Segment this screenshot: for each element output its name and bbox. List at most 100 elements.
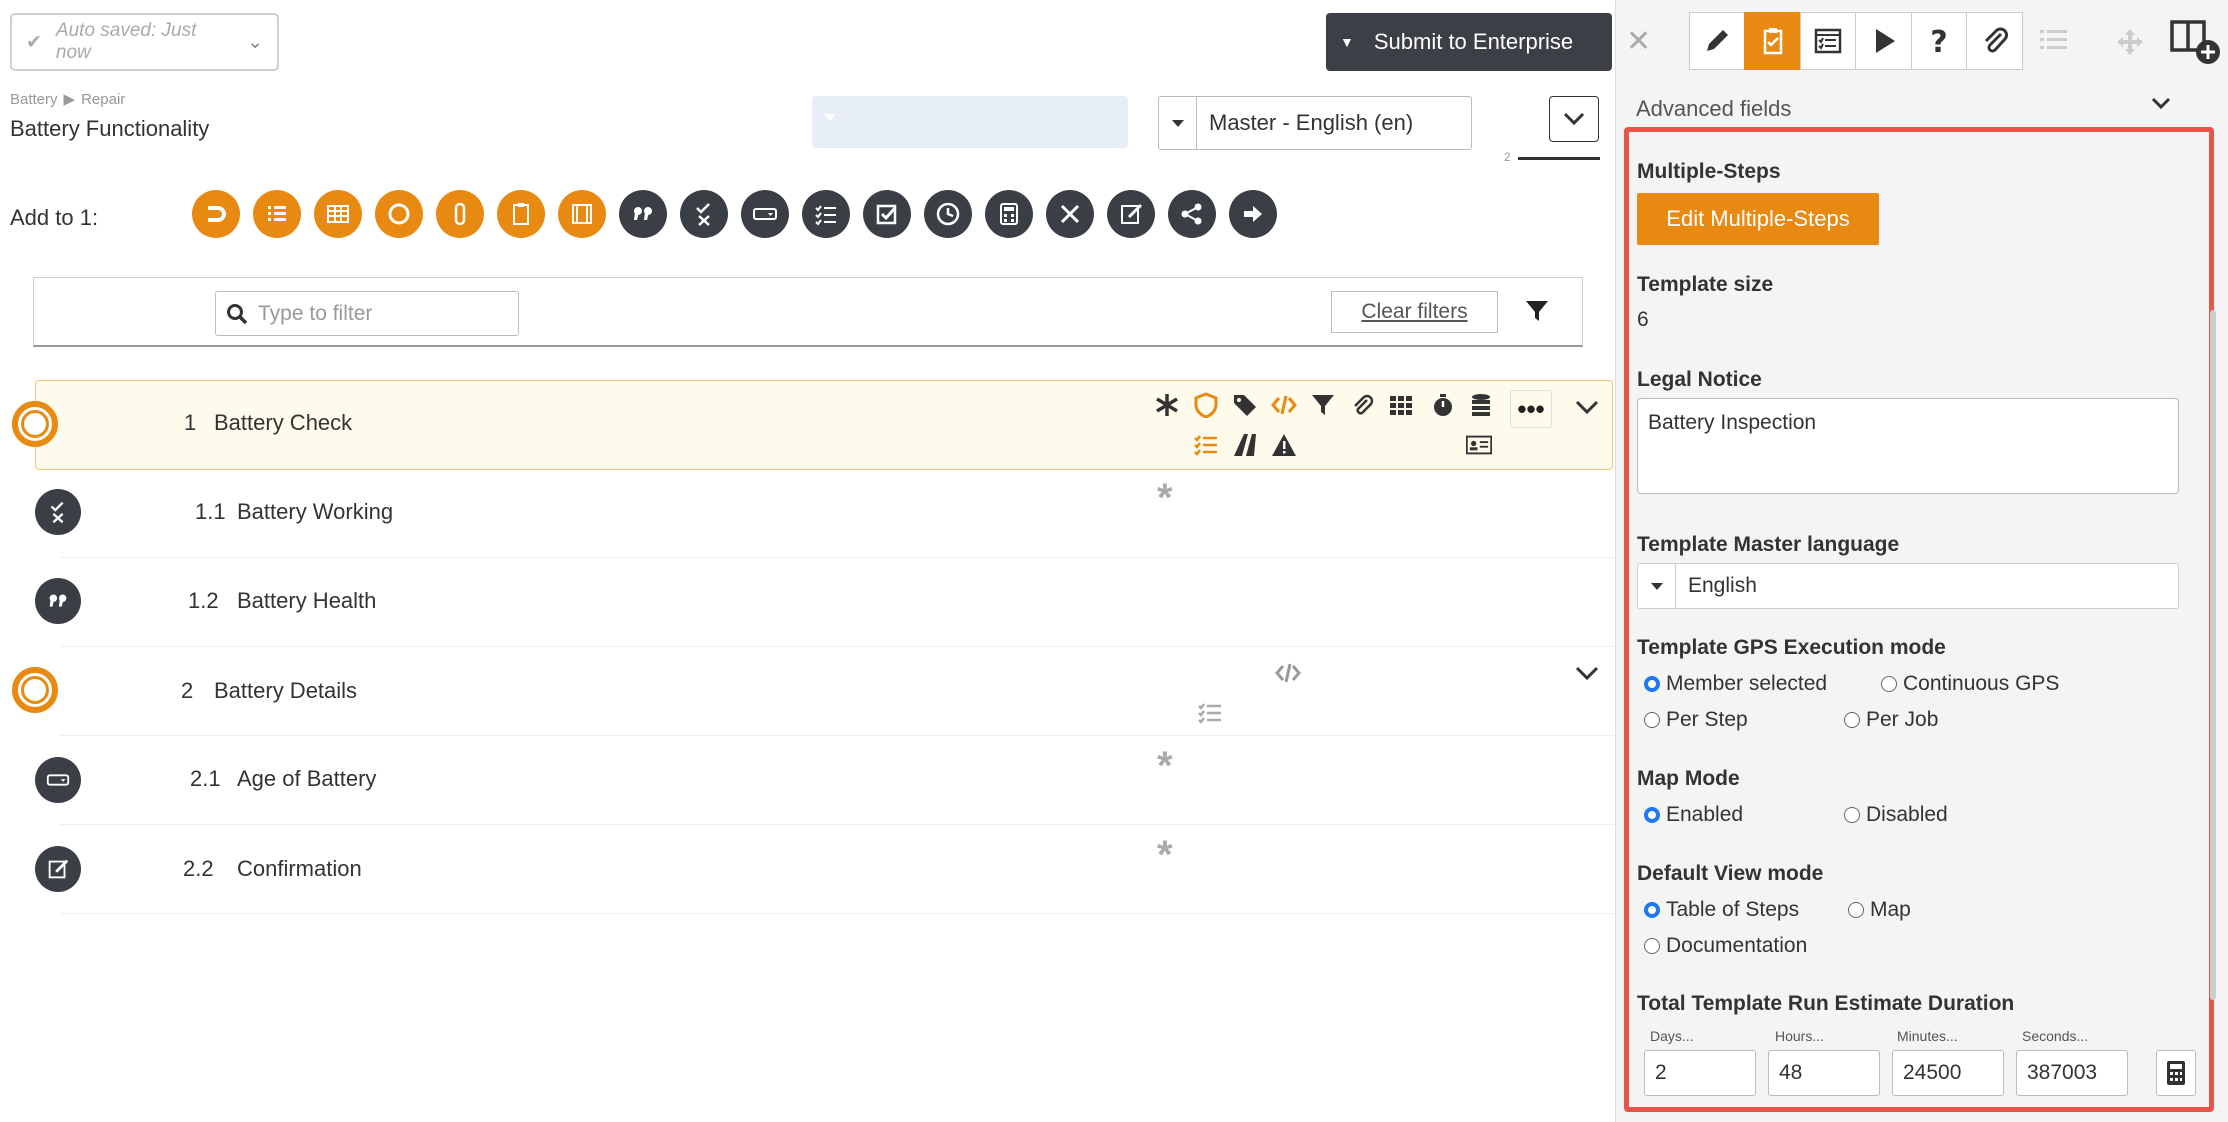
chevron-down-icon[interactable] [1574, 664, 1600, 687]
collapse-button[interactable] [1549, 96, 1599, 142]
calculator-icon[interactable] [985, 190, 1033, 238]
dropdown-field-icon[interactable] [35, 757, 81, 803]
check-x-icon[interactable] [35, 489, 81, 535]
checklist-clipboard-icon[interactable] [497, 190, 545, 238]
signature-icon[interactable] [35, 846, 81, 892]
filter-icon[interactable] [1524, 298, 1550, 329]
radio-continuous-gps[interactable]: Continuous GPS [1881, 672, 2059, 696]
add-panel-icon[interactable] [2170, 18, 2222, 71]
clear-filters-button[interactable]: Clear filters [1331, 291, 1498, 333]
check-list-icon[interactable] [802, 190, 850, 238]
edit-multiple-steps-button[interactable]: Edit Multiple-Steps [1637, 193, 1879, 245]
stopwatch-icon[interactable] [1430, 392, 1456, 423]
radio-button[interactable] [1644, 807, 1660, 823]
step-name[interactable]: Confirmation [237, 856, 362, 882]
radio-map-enabled[interactable]: Enabled [1644, 803, 1743, 827]
check-x-icon[interactable] [680, 190, 728, 238]
checklist-window-icon[interactable] [1799, 12, 1857, 70]
quote-icon[interactable] [35, 578, 81, 624]
radio-button[interactable] [1848, 902, 1864, 918]
attachment-link-icon[interactable] [436, 190, 484, 238]
radio-per-job[interactable]: Per Job [1844, 708, 1938, 732]
radio-button[interactable] [1644, 902, 1660, 918]
film-icon[interactable] [558, 190, 606, 238]
table-icon[interactable] [314, 190, 362, 238]
filter-icon[interactable] [1310, 392, 1336, 423]
shield-icon[interactable] [1193, 392, 1219, 423]
chevron-down-icon[interactable] [2150, 96, 2172, 115]
clipboard-check-icon[interactable] [1744, 12, 1801, 70]
grid-icon[interactable] [1388, 392, 1414, 423]
dropdown-field-icon[interactable] [741, 190, 789, 238]
radio-button[interactable] [1644, 676, 1660, 692]
panel-scrollbar[interactable] [2210, 310, 2216, 1000]
radio-button[interactable] [1644, 712, 1660, 728]
seconds-input[interactable]: 387003 [2016, 1050, 2128, 1096]
code-icon[interactable] [1271, 392, 1297, 423]
chevron-down-icon[interactable] [1574, 398, 1600, 421]
checkbox-icon[interactable] [863, 190, 911, 238]
list-check-icon[interactable] [1197, 700, 1223, 731]
radio-documentation[interactable]: Documentation [1644, 934, 1807, 958]
master-language-select[interactable]: English [1637, 563, 2179, 609]
radio-button[interactable] [1644, 938, 1660, 954]
calculator-button[interactable] [2156, 1050, 2196, 1096]
paperclip-icon[interactable] [1966, 12, 2023, 70]
more-options-icon[interactable]: ••• [1510, 390, 1552, 428]
paperclip-icon[interactable] [1349, 392, 1375, 423]
step-name[interactable]: Battery Details [214, 678, 357, 704]
blank-select[interactable] [812, 96, 1128, 148]
submit-to-enterprise-button[interactable]: ▼ Submit to Enterprise [1326, 13, 1612, 71]
radio-table-of-steps[interactable]: Table of Steps [1644, 898, 1799, 922]
autosave-dropdown[interactable]: ✔ Auto saved: Just now ⌄ [10, 13, 279, 71]
pencil-icon[interactable] [1688, 12, 1746, 70]
circle-ring-icon[interactable] [12, 667, 58, 713]
asterisk-icon[interactable] [1154, 392, 1180, 423]
breadcrumb-item[interactable]: Repair [81, 91, 125, 108]
database-icon[interactable] [1468, 392, 1494, 423]
circle-ring-icon[interactable] [12, 401, 58, 447]
clock-icon[interactable] [924, 190, 972, 238]
step-name[interactable]: Battery Health [237, 588, 376, 614]
arrow-right-icon[interactable] [1229, 190, 1277, 238]
panel-toolbar: ? [1688, 12, 2023, 70]
legal-notice-textarea[interactable]: Battery Inspection [1637, 398, 2179, 494]
breadcrumb-item[interactable]: Battery [10, 91, 58, 108]
warning-icon[interactable] [1271, 432, 1297, 463]
advanced-fields-header[interactable]: Advanced fields [1636, 96, 1791, 122]
radio-button[interactable] [1844, 807, 1860, 823]
search-input[interactable]: Type to filter [215, 291, 519, 336]
step-name[interactable]: Battery Working [237, 499, 393, 525]
radio-per-step[interactable]: Per Step [1644, 708, 1748, 732]
page-title: Battery Functionality [10, 116, 210, 141]
signature-icon[interactable] [1107, 190, 1155, 238]
id-card-icon[interactable] [1465, 432, 1493, 463]
half-circle-icon[interactable] [192, 190, 240, 238]
circle-icon[interactable] [375, 190, 423, 238]
play-icon[interactable] [1855, 12, 1912, 70]
seconds-label: Seconds... [2022, 1028, 2089, 1044]
days-input[interactable]: 2 [1644, 1050, 1756, 1096]
step-name[interactable]: Age of Battery [237, 766, 376, 792]
minutes-input[interactable]: 24500 [1892, 1050, 2004, 1096]
quote-icon[interactable] [619, 190, 667, 238]
language-select[interactable]: Master - English (en) [1158, 96, 1472, 150]
radio-map-disabled[interactable]: Disabled [1844, 803, 1948, 827]
radio-member-selected[interactable]: Member selected [1644, 672, 1827, 696]
hours-input[interactable]: 48 [1768, 1050, 1880, 1096]
numbered-list-icon[interactable] [253, 190, 301, 238]
step-number: 1 [184, 410, 197, 435]
pencil-ruler-icon[interactable] [1046, 190, 1094, 238]
step-name[interactable]: Battery Check [214, 410, 352, 436]
radio-view-map[interactable]: Map [1848, 898, 1911, 922]
list-check-icon[interactable] [1193, 432, 1219, 463]
close-icon[interactable]: ✕ [1626, 24, 1651, 59]
chevron-down-icon: ⌄ [247, 31, 263, 53]
radio-button[interactable] [1881, 676, 1897, 692]
tags-icon[interactable] [1232, 392, 1258, 423]
share-icon[interactable] [1168, 190, 1216, 238]
help-icon[interactable]: ? [1910, 12, 1968, 70]
radio-button[interactable] [1844, 712, 1860, 728]
road-icon[interactable] [1232, 432, 1258, 463]
code-icon[interactable] [1275, 660, 1301, 691]
